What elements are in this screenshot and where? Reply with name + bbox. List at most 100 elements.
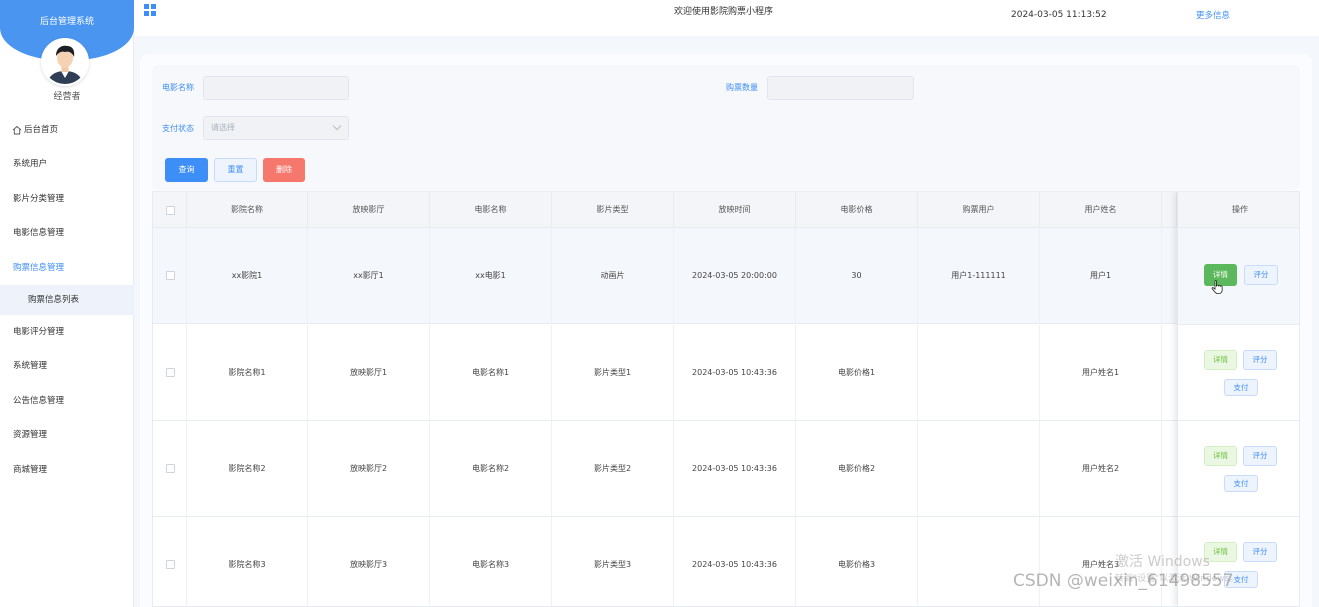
row-select-cell — [153, 228, 187, 324]
cell-name: 用户1 — [1040, 228, 1162, 324]
sidebar-subitem-ticket-list[interactable]: 购票信息列表 — [0, 284, 134, 315]
sidebar-item-system-admin[interactable]: 系统管理 — [0, 349, 134, 383]
sidebar-item-home[interactable]: 后台首页 — [0, 113, 134, 147]
cell-time: 2024-03-05 10:43:36 — [674, 421, 796, 517]
cell-hall: 放映影厅2 — [308, 421, 430, 517]
operations-cell: 详情 评分 — [1178, 228, 1299, 325]
column-header-user[interactable]: 购票用户 — [918, 192, 1040, 228]
column-header-extra — [1162, 192, 1177, 228]
cell-cinema: 影院名称1 — [187, 325, 308, 421]
header-select-all-cell — [153, 192, 187, 228]
sidebar-item-movie-info[interactable]: 电影信息管理 — [0, 216, 134, 250]
cell-name: 用户姓名2 — [1040, 421, 1162, 517]
rate-button[interactable]: 评分 — [1243, 542, 1277, 562]
table-header: 影院名称 放映影厅 电影名称 影片类型 放映时间 电影价格 购票用户 用户姓名 — [153, 192, 1299, 228]
cell-time: 2024-03-05 10:43:36 — [674, 325, 796, 421]
avatar[interactable] — [41, 38, 89, 86]
sidebar-item-shop[interactable]: 商城管理 — [0, 453, 134, 487]
home-icon — [12, 125, 22, 134]
column-header-name[interactable]: 用户姓名 — [1040, 192, 1162, 228]
operations-cell: 详情 评分 支付 — [1178, 325, 1299, 421]
movie-name-input[interactable] — [203, 76, 349, 100]
cell-movie: 电影名称2 — [430, 421, 552, 517]
cell-name: 用户姓名1 — [1040, 325, 1162, 421]
avatar-image-icon — [43, 40, 87, 84]
cell-type: 影片类型3 — [552, 517, 674, 606]
more-info-link[interactable]: 更多信息 — [1196, 9, 1230, 21]
cell-price: 电影价格3 — [796, 517, 918, 606]
rate-button[interactable]: 评分 — [1243, 446, 1277, 466]
cell-hall: 放映影厅3 — [308, 517, 430, 606]
sidebar-item-ticket-management[interactable]: 购票信息管理 — [0, 251, 134, 285]
windows-activation-watermark: 激活 Windows — [1115, 554, 1210, 570]
table-row[interactable]: 影院名称2 放映影厅2 电影名称2 影片类型2 2024-03-05 10:43… — [153, 421, 1299, 517]
cell-movie: xx电影1 — [430, 228, 552, 324]
query-button[interactable]: 查询 — [165, 158, 208, 182]
table-row[interactable]: 影院名称1 放映影厅1 电影名称1 影片类型1 2024-03-05 10:43… — [153, 325, 1299, 421]
cell-price: 电影价格2 — [796, 421, 918, 517]
cell-price: 电影价格1 — [796, 325, 918, 421]
select-all-checkbox[interactable] — [166, 206, 175, 215]
column-header-type[interactable]: 影片类型 — [552, 192, 674, 228]
csdn-watermark: CSDN @weixin_61498557 — [1013, 571, 1234, 591]
operations-column: 操作 详情 评分 详情 评分 支付 详情 评分 支付 详情 评分 支付 — [1177, 192, 1299, 606]
cell-type: 影片类型2 — [552, 421, 674, 517]
column-header-operations: 操作 — [1178, 192, 1299, 228]
cell-user — [918, 325, 1040, 421]
pay-status-placeholder: 请选择 — [211, 123, 235, 132]
cell-hall: 放映影厅1 — [308, 325, 430, 421]
column-header-price[interactable]: 电影价格 — [796, 192, 918, 228]
row-checkbox[interactable] — [166, 368, 175, 377]
page-title: 欢迎使用影院购票小程序 — [674, 7, 774, 17]
cell-time: 2024-03-05 20:00:00 — [674, 228, 796, 324]
sidebar-item-system-users[interactable]: 系统用户 — [0, 147, 134, 181]
rate-button[interactable]: 评分 — [1243, 350, 1277, 370]
operations-cell: 详情 评分 支付 — [1178, 421, 1299, 517]
detail-button[interactable]: 详情 — [1204, 446, 1237, 466]
delete-button[interactable]: 删除 — [263, 158, 305, 182]
current-datetime: 2024-03-05 11:13:52 — [1011, 10, 1107, 20]
sidebar-item-resources[interactable]: 资源管理 — [0, 418, 134, 452]
row-checkbox[interactable] — [166, 271, 175, 280]
column-header-hall[interactable]: 放映影厅 — [308, 192, 430, 228]
pay-button[interactable]: 支付 — [1224, 475, 1258, 492]
cell-movie: 电影名称1 — [430, 325, 552, 421]
row-select-cell — [153, 517, 187, 606]
reset-button[interactable]: 重置 — [214, 158, 257, 182]
sidebar-item-movie-category[interactable]: 影片分类管理 — [0, 182, 134, 216]
rate-button[interactable]: 评分 — [1244, 265, 1278, 285]
cell-movie: 电影名称3 — [430, 517, 552, 606]
table-row[interactable]: xx影院1 xx影厅1 xx电影1 动画片 2024-03-05 20:00:0… — [153, 228, 1299, 324]
sidebar-item-announcement[interactable]: 公告信息管理 — [0, 384, 134, 418]
column-header-cinema[interactable]: 影院名称 — [187, 192, 308, 228]
brand-title: 后台管理系统 — [39, 17, 94, 27]
row-checkbox[interactable] — [166, 560, 175, 569]
pay-status-label: 支付状态 — [162, 124, 194, 133]
hand-cursor-icon — [1211, 280, 1223, 294]
cell-type: 影片类型1 — [552, 325, 674, 421]
sidebar-item-rating[interactable]: 电影评分管理 — [0, 315, 134, 349]
movie-name-label: 电影名称 — [162, 83, 194, 92]
column-header-movie[interactable]: 电影名称 — [430, 192, 552, 228]
cell-time: 2024-03-05 10:43:36 — [674, 517, 796, 606]
pay-button[interactable]: 支付 — [1224, 379, 1258, 396]
cell-cinema: xx影院1 — [187, 228, 308, 324]
cell-type: 动画片 — [552, 228, 674, 324]
chevron-down-icon — [332, 121, 342, 131]
cell-hall: xx影厅1 — [308, 228, 430, 324]
cell-cinema: 影院名称3 — [187, 517, 308, 606]
cell-user — [918, 517, 1040, 606]
pay-status-select[interactable]: 请选择 — [203, 116, 349, 140]
role-label: 经营者 — [53, 92, 81, 102]
cell-user: 用户1-111111 — [918, 228, 1040, 324]
row-checkbox[interactable] — [166, 464, 175, 473]
column-header-time[interactable]: 放映时间 — [674, 192, 796, 228]
ticket-count-label: 购票数量 — [726, 83, 758, 92]
sidebar: 后台管理系统 经营者 后台首页 系统用户 影片分类管理 电影信息管理 购票信息管… — [0, 0, 134, 607]
cell-price: 30 — [796, 228, 918, 324]
menu-grid-icon[interactable] — [144, 4, 156, 16]
row-select-cell — [153, 421, 187, 517]
ticket-count-input[interactable] — [767, 76, 914, 100]
detail-button[interactable]: 详情 — [1204, 350, 1237, 370]
topbar: 欢迎使用影院购票小程序 2024-03-05 11:13:52 更多信息 — [134, 0, 1319, 36]
